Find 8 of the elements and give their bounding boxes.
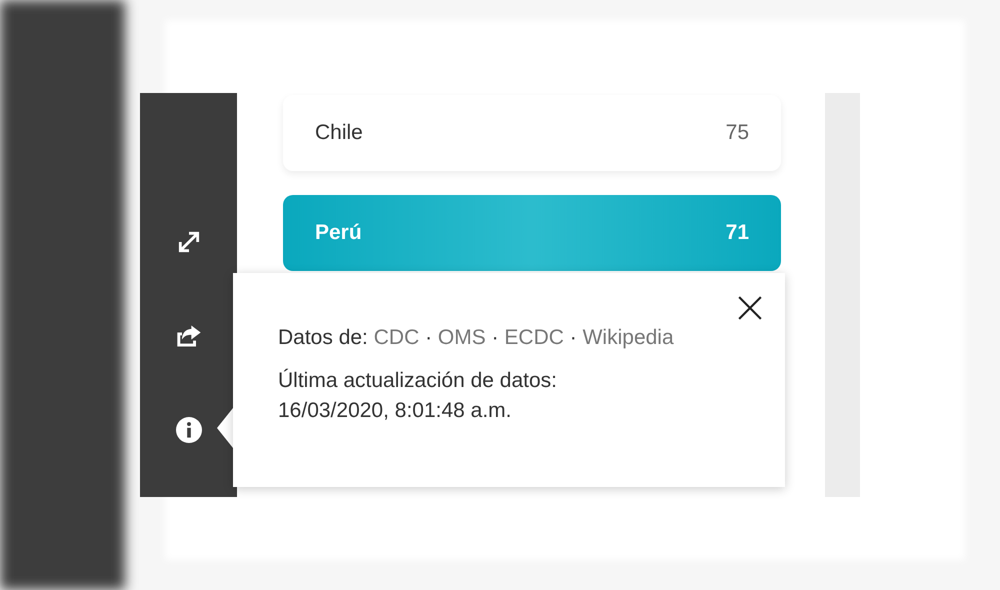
source-link[interactable]: OMS [438,326,486,349]
country-item[interactable]: Chile 75 [283,95,781,171]
country-item[interactable]: Perú 71 [283,195,781,271]
sources-text: Datos de: CDC · OMS · ECDC · Wikipedia [278,325,675,351]
last-update-text: Última actualización de datos: 16/03/2020, 8:01:48 a.m. [278,368,558,424]
source-link[interactable]: Wikipedia [582,326,674,349]
source-link[interactable]: ECDC [504,326,564,349]
source-link[interactable]: CDC [374,326,420,349]
